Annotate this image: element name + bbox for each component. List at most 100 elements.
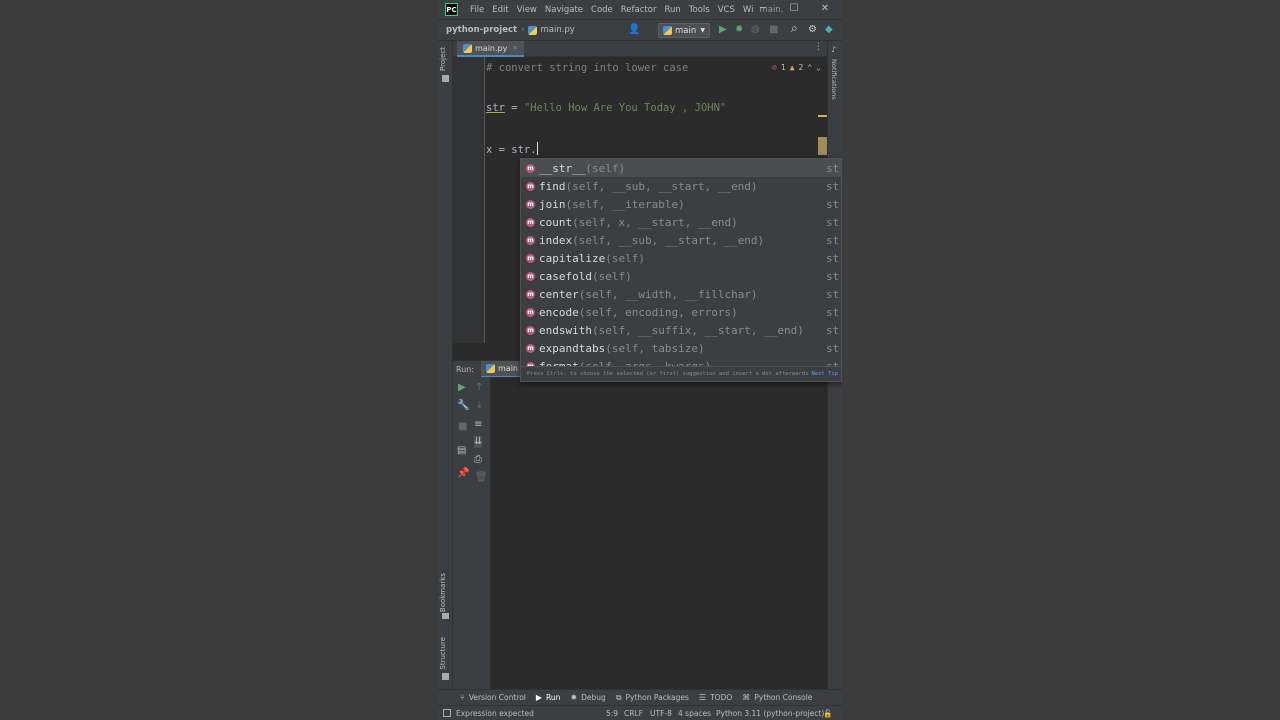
menu-tools[interactable]: Tools bbox=[689, 5, 710, 15]
run-toolbar: ▶ ↑ 🔧 ↓ ■ ≡ ⇊ ▤ ⎙ 📌 🗑 bbox=[453, 377, 491, 693]
bookmark-icon bbox=[442, 613, 449, 619]
run-panel-label: Run: bbox=[456, 365, 475, 374]
completion-item[interactable]: mencode(self, encoding, errors) str bbox=[521, 303, 841, 321]
stop-icon[interactable]: ■ bbox=[769, 24, 778, 36]
editor-tab-bar: main.py × ⋮ bbox=[453, 41, 827, 57]
print-icon[interactable]: ⎙ bbox=[474, 454, 482, 466]
method-icon: m bbox=[526, 217, 535, 227]
completion-item[interactable]: mfind(self, __sub, __start, __end) str bbox=[521, 177, 841, 195]
run-tool-button[interactable]: ▶ Run bbox=[536, 693, 561, 702]
menu-run[interactable]: Run bbox=[664, 5, 680, 15]
structure-icon bbox=[442, 673, 449, 680]
python-file-icon bbox=[463, 43, 472, 53]
completion-item-type: str bbox=[826, 179, 841, 193]
layout-icon[interactable]: ▤ bbox=[457, 445, 466, 457]
completion-item[interactable]: mcount(self, x, __start, __end) str bbox=[521, 213, 841, 231]
previous-highlight-icon[interactable]: ⌃ bbox=[807, 63, 812, 72]
debug-icon[interactable]: ✹ bbox=[735, 24, 743, 36]
completion-item-type: str bbox=[826, 197, 841, 211]
close-window-button[interactable]: ✕ bbox=[810, 0, 840, 19]
python-packages-tool-button[interactable]: ⧉ Python Packages bbox=[616, 693, 689, 703]
indent-setting[interactable]: 4 spaces bbox=[678, 709, 711, 718]
run-label: Run bbox=[546, 693, 561, 702]
string-literal: "Hello How Are You Today , JOHN" bbox=[523, 102, 727, 114]
stop-icon[interactable]: ■ bbox=[458, 421, 467, 433]
error-stripe-marker[interactable] bbox=[818, 137, 827, 155]
menu-file[interactable]: File bbox=[470, 5, 484, 15]
completion-item-name: find bbox=[539, 179, 566, 193]
menu-code[interactable]: Code bbox=[591, 5, 613, 15]
rerun-icon[interactable]: ▶ bbox=[458, 382, 466, 394]
run-tab-main[interactable]: main bbox=[481, 361, 523, 378]
breadcrumb-file[interactable]: main.py bbox=[528, 25, 575, 35]
completion-item[interactable]: mindex(self, __sub, __start, __end) str bbox=[521, 231, 841, 249]
next-highlight-icon[interactable]: ⌄ bbox=[816, 63, 821, 72]
code-line-3-text: x = str. bbox=[486, 144, 537, 156]
tab-main-py[interactable]: main.py × bbox=[457, 41, 525, 57]
close-tab-icon[interactable]: × bbox=[512, 44, 518, 52]
search-icon[interactable]: ⌕ bbox=[791, 22, 798, 34]
notifications-tool-button[interactable]: Notifications bbox=[830, 59, 838, 100]
trash-icon[interactable]: 🗑 bbox=[475, 472, 488, 484]
menu-navigate[interactable]: Navigate bbox=[545, 5, 583, 15]
python-console-tool-button[interactable]: ⌘ Python Console bbox=[742, 693, 812, 702]
version-control-tool-button[interactable]: ⑂ Version Control bbox=[460, 693, 526, 702]
scroll-up-icon[interactable]: ↑ bbox=[475, 382, 483, 394]
run-configuration-label: main bbox=[675, 25, 697, 36]
completion-item-args: (self, tabsize) bbox=[605, 341, 705, 355]
python-interpreter[interactable]: Python 3.11 (python-project) bbox=[716, 709, 824, 718]
python-console-icon: ⌘ bbox=[742, 693, 751, 702]
plugins-icon[interactable]: ◆ bbox=[825, 24, 833, 36]
settings-gear-icon[interactable]: ⚙ bbox=[808, 24, 817, 36]
completion-item[interactable]: m casefold(self) str bbox=[521, 267, 841, 285]
completion-item[interactable]: m __str__(self) str bbox=[521, 159, 841, 177]
completion-item[interactable]: m expandtabs(self, tabsize) str bbox=[521, 339, 841, 357]
menu-vcs[interactable]: VCS bbox=[718, 5, 735, 15]
maximize-button[interactable]: ☐ bbox=[779, 0, 809, 19]
bell-icon[interactable]: ♪ bbox=[831, 45, 836, 54]
more-tabs-icon[interactable]: ⋮ bbox=[814, 42, 823, 52]
ide-window: PC File Edit View Navigate Code Refactor… bbox=[438, 0, 842, 720]
minimize-button[interactable]: ─ bbox=[748, 0, 778, 19]
line-ending[interactable]: CRLF bbox=[624, 709, 643, 718]
debug-icon: ✹ bbox=[570, 693, 578, 702]
inspection-widget[interactable]: ⊘ 1 ▲ 2 ⌃ ⌄ bbox=[772, 63, 821, 72]
scroll-to-end-icon[interactable]: ⇊ bbox=[474, 436, 483, 448]
menu-refactor[interactable]: Refactor bbox=[621, 5, 657, 15]
run-icon[interactable]: ▶ bbox=[719, 24, 727, 36]
toggle-tool-windows-icon[interactable] bbox=[443, 709, 451, 717]
coverage-icon[interactable]: ◍ bbox=[751, 24, 760, 36]
bookmarks-tool-button[interactable]: Bookmarks bbox=[439, 573, 447, 612]
vcs-user-icon[interactable]: 👤 bbox=[628, 24, 640, 35]
completion-item[interactable]: m capitalize(self) str bbox=[521, 249, 841, 267]
lock-icon[interactable]: 🔓 bbox=[823, 709, 832, 718]
wrench-icon[interactable]: 🔧 bbox=[457, 400, 469, 412]
menu-view[interactable]: View bbox=[517, 5, 537, 15]
breadcrumb-project[interactable]: python-project bbox=[446, 25, 517, 35]
python-console-label: Python Console bbox=[754, 693, 813, 702]
method-icon: m bbox=[526, 199, 535, 209]
assign-operator: = bbox=[504, 102, 524, 114]
completion-item[interactable]: m endswith (self, __suffix, __start, __end… bbox=[521, 321, 841, 339]
todo-tool-button[interactable]: ☰ TODO bbox=[699, 693, 732, 702]
menu-edit[interactable]: Edit bbox=[492, 5, 508, 15]
scroll-down-icon[interactable]: ↓ bbox=[475, 400, 483, 412]
run-configuration-select[interactable]: main ▼ bbox=[658, 23, 710, 38]
warning-stripe-marker[interactable] bbox=[818, 115, 827, 117]
file-encoding[interactable]: UTF-8 bbox=[650, 709, 672, 718]
completion-item[interactable]: mcenter(self, __width, __fillchar) str bbox=[521, 285, 841, 303]
breadcrumb-file-label: main.py bbox=[540, 25, 575, 35]
completion-item[interactable]: mjoin(self, __iterable) str bbox=[521, 195, 841, 213]
completion-item-args: (self, __sub, __start, __end) bbox=[565, 179, 758, 193]
project-tool-button[interactable]: Project bbox=[439, 47, 447, 71]
run-console-output[interactable] bbox=[491, 377, 827, 693]
debug-tool-button[interactable]: ✹ Debug bbox=[570, 693, 605, 702]
soft-wrap-icon[interactable]: ≡ bbox=[474, 419, 482, 431]
structure-tool-button[interactable]: Structure bbox=[439, 637, 447, 670]
code-completion-popup[interactable]: m__str__(self)strmfind(self, __sub, __st… bbox=[520, 158, 842, 382]
next-tip-link[interactable]: Next Tip bbox=[811, 371, 838, 377]
pin-icon[interactable]: 📌 bbox=[457, 468, 469, 480]
caret-position[interactable]: 5:9 bbox=[606, 709, 618, 718]
completion-item-type: str bbox=[826, 215, 841, 229]
completion-item-type: str bbox=[826, 287, 841, 301]
